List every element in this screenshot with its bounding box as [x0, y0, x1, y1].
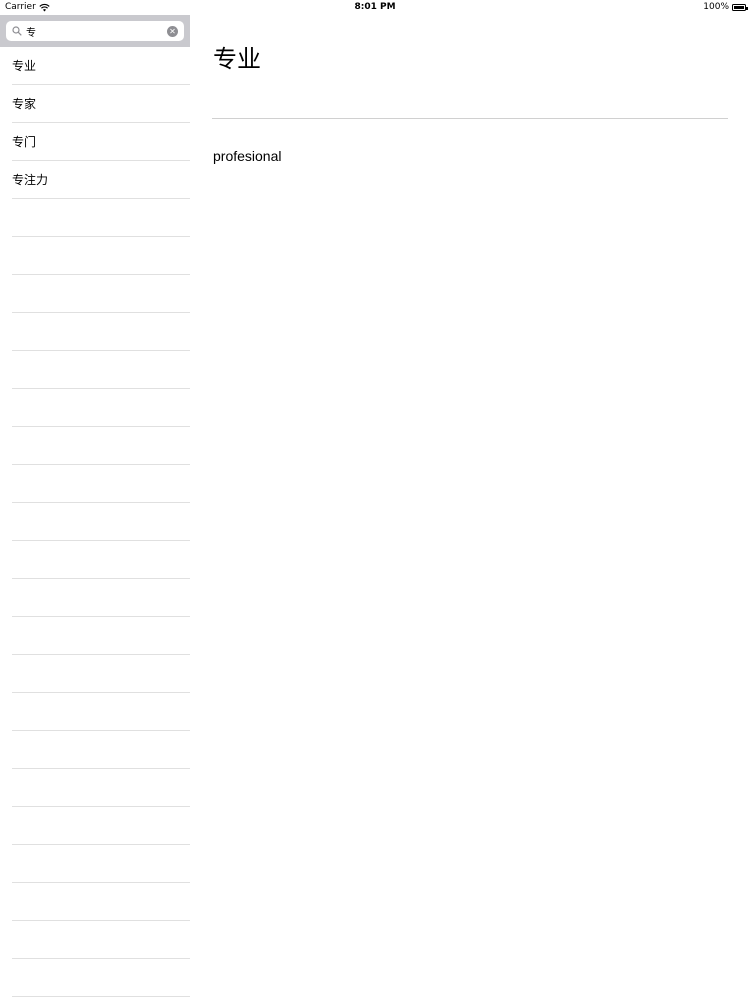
result-row[interactable]: 专家: [12, 85, 190, 123]
empty-row: [12, 313, 190, 351]
detail-divider: [212, 118, 728, 119]
empty-row: [12, 503, 190, 541]
empty-row: [12, 541, 190, 579]
empty-row: [12, 389, 190, 427]
sidebar: ✕ 专业 专家 专门 专注力: [0, 15, 190, 1000]
empty-row: [12, 465, 190, 503]
empty-row: [12, 883, 190, 921]
detail-title: 专业: [213, 45, 261, 73]
empty-row: [12, 655, 190, 693]
empty-row: [12, 845, 190, 883]
empty-row: [12, 731, 190, 769]
clear-icon[interactable]: ✕: [167, 25, 178, 37]
empty-row: [12, 351, 190, 389]
empty-row: [12, 769, 190, 807]
search-field[interactable]: ✕: [6, 21, 184, 41]
detail-definition: profesional: [213, 148, 282, 164]
empty-row: [12, 275, 190, 313]
status-right: 100%: [703, 0, 748, 15]
empty-row: [12, 693, 190, 731]
result-row[interactable]: 专业: [12, 47, 190, 85]
search-bar: ✕: [0, 15, 190, 47]
empty-row: [12, 921, 190, 959]
search-icon: [12, 26, 22, 36]
empty-row: [12, 807, 190, 845]
status-bar: Carrier 8:01 PM 100%: [0, 0, 750, 15]
battery-percent: 100%: [703, 2, 729, 12]
result-row[interactable]: 专注力: [12, 161, 190, 199]
empty-row: [12, 579, 190, 617]
detail-pane: 专业 profesional: [190, 15, 750, 1000]
empty-row: [12, 617, 190, 655]
empty-row: [12, 199, 190, 237]
empty-row: [12, 237, 190, 275]
result-row[interactable]: 专门: [12, 123, 190, 161]
screen: Carrier 8:01 PM 100% ✕ 专: [0, 0, 750, 1000]
empty-row: [12, 959, 190, 997]
battery-icon: [732, 4, 748, 11]
status-time: 8:01 PM: [354, 2, 396, 12]
empty-row: [12, 427, 190, 465]
results-list: 专业 专家 专门 专注力: [0, 47, 190, 997]
search-input[interactable]: [26, 25, 156, 37]
